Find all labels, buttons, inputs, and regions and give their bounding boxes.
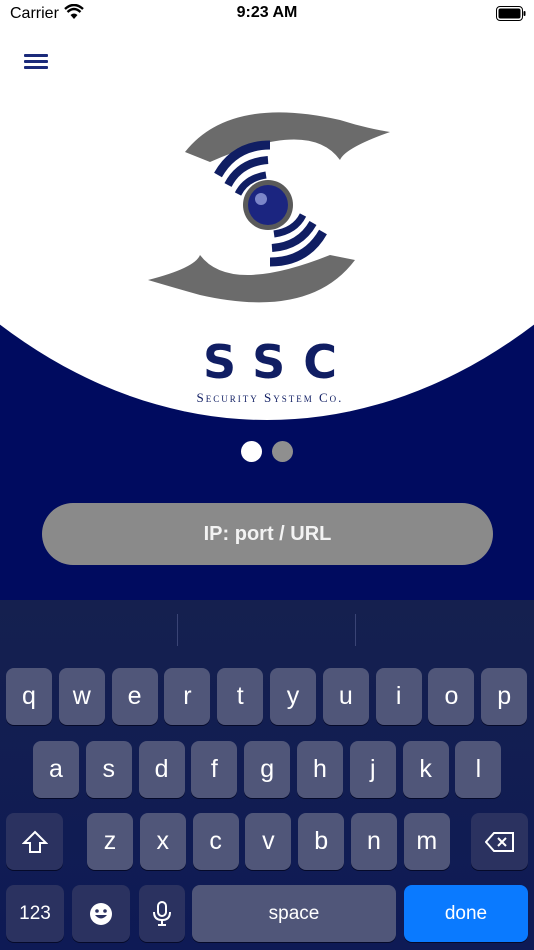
clock: 9:23 AM <box>236 4 298 21</box>
camera-logo-icon <box>148 112 390 303</box>
key-d[interactable]: d <box>138 741 185 798</box>
key-n[interactable]: n <box>351 813 397 870</box>
key-k[interactable]: k <box>402 741 449 798</box>
key-t[interactable]: t <box>217 668 264 725</box>
page-dot-active[interactable] <box>241 441 262 462</box>
ssc-logo: SSC Security System Co. <box>140 100 400 410</box>
key-i[interactable]: i <box>375 668 422 725</box>
key-u[interactable]: u <box>322 668 369 725</box>
key-c[interactable]: c <box>192 813 239 870</box>
key-e[interactable]: e <box>111 668 158 725</box>
backspace-icon <box>484 831 514 852</box>
menu-icon[interactable] <box>22 50 50 72</box>
key-v[interactable]: v <box>245 813 292 870</box>
key-a[interactable]: a <box>33 741 79 798</box>
microphone-key[interactable] <box>139 885 185 942</box>
numbers-key[interactable]: 123 <box>6 885 64 942</box>
key-f[interactable]: f <box>191 741 238 798</box>
logo-text: SSC <box>203 335 355 389</box>
shift-key[interactable] <box>6 813 63 870</box>
backspace-key[interactable] <box>471 813 528 870</box>
key-p[interactable]: p <box>481 668 528 725</box>
key-r[interactable]: r <box>164 668 211 725</box>
keyboard: qwertyuiop asdfghjkl zxcvbnm 123 space don… <box>0 600 534 950</box>
url-input[interactable]: IP: port / URL <box>42 503 493 565</box>
key-z[interactable]: z <box>87 813 133 870</box>
key-q[interactable]: q <box>6 668 52 725</box>
suggestion-divider <box>355 614 356 646</box>
key-j[interactable]: j <box>349 741 396 798</box>
key-s[interactable]: s <box>85 741 132 798</box>
page-indicator[interactable] <box>0 441 534 462</box>
suggestion-divider <box>177 614 178 646</box>
key-l[interactable]: l <box>455 741 502 798</box>
status-bar: Carrier 9:23 AM <box>0 0 534 30</box>
key-g[interactable]: g <box>244 741 291 798</box>
key-w[interactable]: w <box>58 668 105 725</box>
key-o[interactable]: o <box>428 668 475 725</box>
key-m[interactable]: m <box>403 813 450 870</box>
emoji-icon <box>90 902 112 925</box>
done-key[interactable]: done <box>404 885 528 942</box>
space-key[interactable]: space <box>192 885 396 942</box>
key-x[interactable]: x <box>139 813 186 870</box>
microphone-icon <box>153 900 171 926</box>
key-b[interactable]: b <box>298 813 345 870</box>
suggestion-bar <box>0 600 534 660</box>
emoji-key[interactable] <box>72 885 130 942</box>
logo-subtitle: Security System Co. <box>196 390 344 405</box>
key-y[interactable]: y <box>270 668 316 725</box>
battery-icon <box>496 6 526 21</box>
key-h[interactable]: h <box>297 741 343 798</box>
shift-icon <box>21 830 48 853</box>
hero-banner: SSC Security System Co. IP: port / URL <box>0 0 534 600</box>
page-dot[interactable] <box>272 441 293 462</box>
